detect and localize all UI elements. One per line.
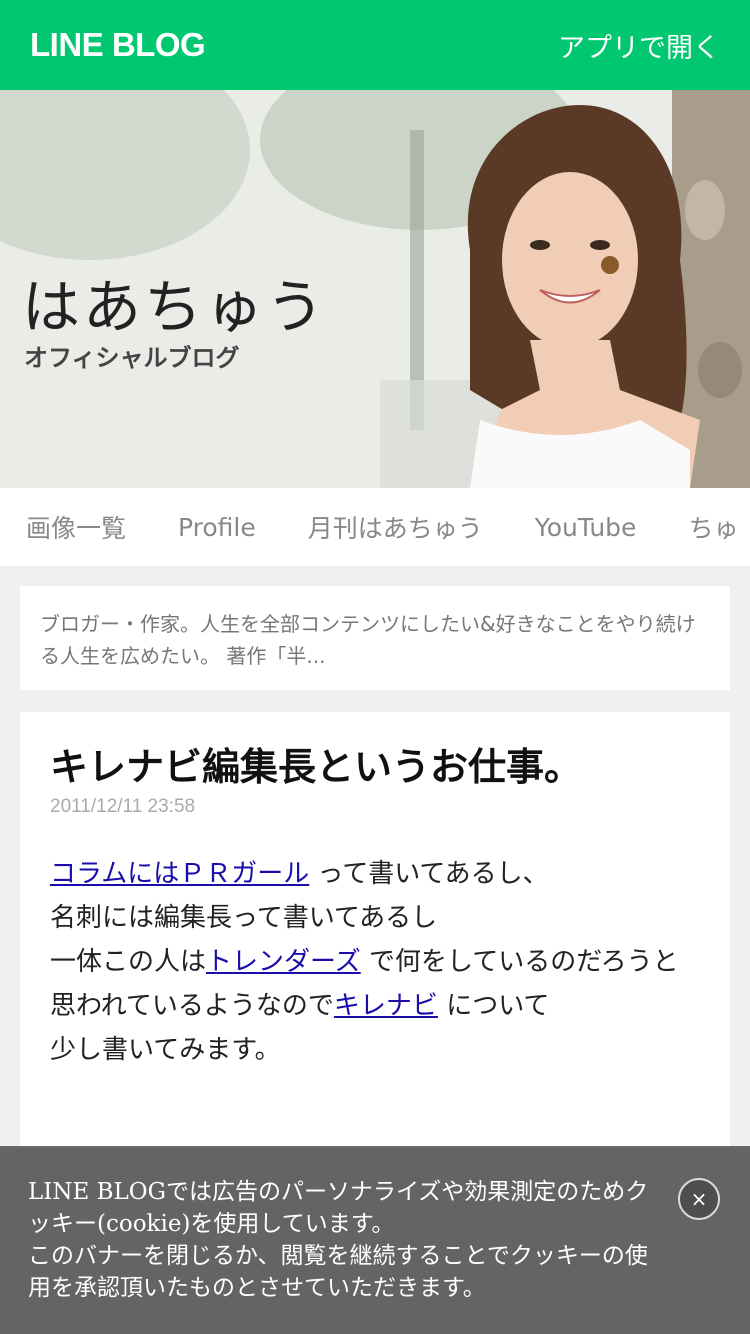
- article-date: 2011/12/11 23:58: [50, 796, 196, 817]
- profile-description-card[interactable]: ブロガー・作家。人生を全部コンテンツにしたい&好きなことをやり続ける人生を広めた…: [20, 586, 730, 690]
- link-pr-girl[interactable]: コラムにはＰＲガール: [50, 859, 309, 889]
- cookie-text-2: このバナーを閉じるか、閲覧を継続することでクッキーの使用を承認頂いたものとさせて…: [28, 1243, 648, 1301]
- body-text-6: について: [437, 991, 550, 1021]
- body-text-5: 思われているようなので: [50, 991, 334, 1021]
- cookie-close-button[interactable]: ×: [678, 1178, 720, 1220]
- hero-banner: はあちゅう オフィシャルブログ: [0, 90, 750, 488]
- tab-images[interactable]: 画像一覧: [26, 509, 126, 545]
- link-kirenavi[interactable]: キレナビ: [334, 991, 438, 1021]
- cookie-text-1: LINE BLOGでは広告のパーソナライズや効果測定のためクッキー(cookie…: [28, 1179, 649, 1237]
- article-title[interactable]: キレナビ編集長というお仕事。: [50, 742, 700, 792]
- body-text-4: で何をしているのだろうと: [360, 947, 679, 977]
- tab-youtube[interactable]: YouTube: [535, 513, 637, 542]
- tab-profile[interactable]: Profile: [178, 513, 256, 542]
- link-trenders[interactable]: トレンダーズ: [206, 947, 361, 977]
- category-tabs: 画像一覧 Profile 月刊はあちゅう YouTube ちゅ: [0, 488, 750, 566]
- open-in-app-link[interactable]: アプリで開く: [558, 26, 720, 65]
- profile-description: ブロガー・作家。人生を全部コンテンツにしたい&好きなことをやり続ける人生を広めた…: [40, 612, 696, 668]
- body-text-3: 一体この人は: [50, 947, 207, 977]
- tab-more[interactable]: ちゅ: [688, 509, 738, 545]
- article-body: コラムにはＰＲガール って書いてあるし、 名刺には編集長って書いてあるし 一体こ…: [50, 852, 700, 1072]
- blog-title: はあちゅう: [22, 273, 328, 341]
- body-text-1: って書いてあるし、: [309, 859, 549, 889]
- cookie-banner: LINE BLOGでは広告のパーソナライズや効果測定のためクッキー(cookie…: [0, 1146, 750, 1334]
- line-blog-logo[interactable]: LINE BLOG: [30, 26, 206, 64]
- tab-monthly[interactable]: 月刊はあちゅう: [308, 509, 483, 545]
- body-text-7: 少し書いてみます。: [50, 1035, 281, 1065]
- blog-subtitle: オフィシャルブログ: [24, 344, 240, 372]
- body-text-2: 名刺には編集長って書いてあるし: [50, 903, 438, 933]
- top-bar: LINE BLOG アプリで開く: [0, 0, 750, 90]
